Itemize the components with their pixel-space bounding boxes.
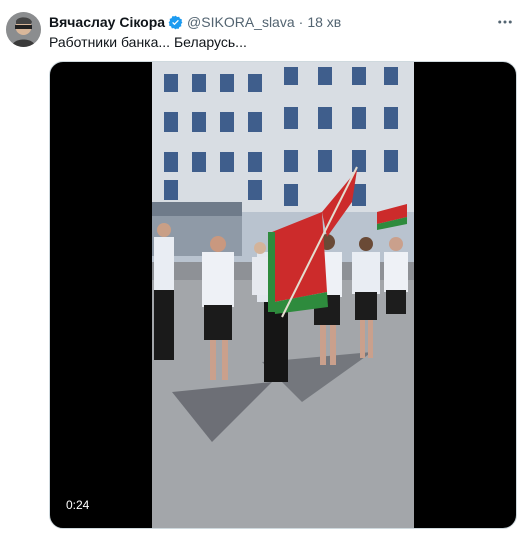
tweet: Вячаслау Сікора @SIKORA_slava · 18 хв Ра…: [0, 0, 529, 535]
tweet-header: Вячаслау Сікора @SIKORA_slava · 18 хв: [49, 12, 341, 32]
author-name[interactable]: Вячаслау Сікора: [49, 14, 165, 30]
more-options-icon[interactable]: [495, 12, 515, 32]
video-frame: [152, 62, 414, 528]
separator-dot: ·: [298, 14, 304, 30]
author-avatar[interactable]: [6, 12, 41, 47]
video-player[interactable]: 0:24: [49, 61, 517, 529]
verified-badge-icon: [168, 15, 183, 30]
video-duration: 0:24: [62, 496, 94, 514]
tweet-time[interactable]: 18 хв: [307, 14, 341, 30]
author-handle[interactable]: @SIKORA_slava: [187, 14, 295, 30]
tweet-text: Работники банка... Беларусь...: [49, 34, 247, 50]
